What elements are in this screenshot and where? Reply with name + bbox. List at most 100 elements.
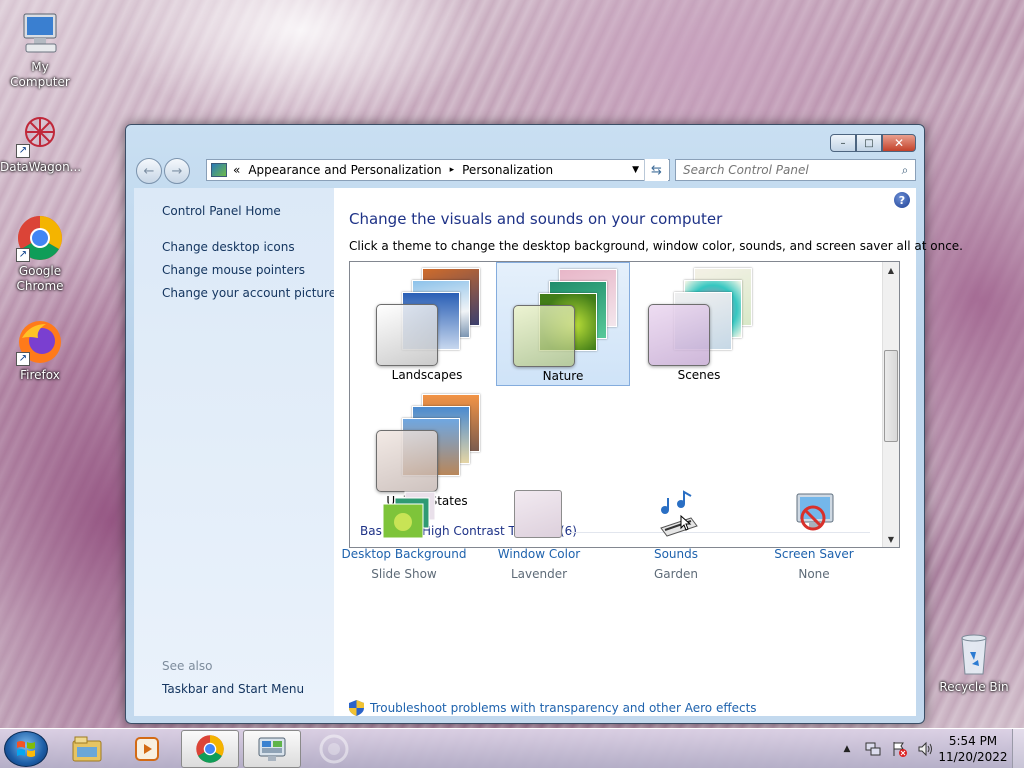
search-icon[interactable]: ⌕ bbox=[895, 163, 915, 178]
disabled-app-taskbar-button[interactable] bbox=[305, 730, 363, 768]
desktop-background-icon bbox=[379, 490, 436, 540]
control-panel-taskbar-button[interactable] bbox=[243, 730, 301, 768]
network-icon[interactable] bbox=[865, 741, 881, 757]
refresh-icon[interactable]: ⇆ bbox=[644, 159, 668, 181]
page-subtitle: Click a theme to change the desktop back… bbox=[349, 239, 963, 253]
troubleshoot-link[interactable]: Troubleshoot problems with transparency … bbox=[349, 700, 757, 716]
shortcut-arrow-icon: ↗ bbox=[16, 352, 30, 366]
breadcrumb-overflow[interactable]: « bbox=[233, 163, 240, 177]
setting-label[interactable]: Desktop Background bbox=[334, 546, 474, 562]
clock-time: 5:54 PM bbox=[948, 734, 998, 748]
theme-name: Nature bbox=[542, 369, 584, 383]
show-desktop-button[interactable] bbox=[1012, 729, 1024, 768]
breadcrumb-arrow-icon[interactable]: ▸ bbox=[450, 165, 455, 175]
setting-value: None bbox=[798, 567, 830, 581]
theme-landscapes[interactable]: Landscapes bbox=[360, 262, 494, 386]
desktop-icon-firefox[interactable]: ↗ Firefox bbox=[0, 318, 80, 383]
windows-logo-icon bbox=[17, 741, 35, 757]
back-button[interactable]: ← bbox=[136, 158, 162, 184]
explorer-taskbar-button[interactable] bbox=[58, 730, 116, 768]
shield-icon bbox=[349, 700, 364, 716]
shortcut-arrow-icon: ↗ bbox=[16, 144, 30, 158]
explorer-icon bbox=[72, 736, 102, 762]
taskbar: ▲ 5:54 PM 11/20/2022 bbox=[0, 728, 1024, 768]
setting-value: Garden bbox=[654, 567, 698, 581]
chrome-taskbar-button[interactable] bbox=[181, 730, 239, 768]
system-tray: ▲ 5:54 PM 11/20/2022 bbox=[834, 729, 1024, 768]
left-task-pane: Control Panel Home Change desktop icons … bbox=[134, 188, 336, 716]
control-panel-home-link[interactable]: Control Panel Home bbox=[162, 204, 281, 218]
desktop-icon-my-computer[interactable]: My Computer bbox=[0, 10, 80, 90]
desktop-background-setting[interactable]: Desktop Background Slide Show bbox=[334, 490, 474, 586]
shortcut-arrow-icon: ↗ bbox=[16, 248, 30, 262]
control-panel-icon bbox=[211, 163, 227, 177]
taskbar-start-menu-link[interactable]: Taskbar and Start Menu bbox=[162, 682, 304, 696]
firefox-icon: ↗ bbox=[16, 318, 64, 366]
page-title: Change the visuals and sounds on your co… bbox=[349, 210, 723, 228]
theme-preview bbox=[513, 269, 623, 367]
help-icon[interactable]: ? bbox=[894, 192, 910, 208]
setting-label[interactable]: Screen Saver bbox=[744, 546, 884, 562]
address-bar[interactable]: « Appearance and Personalization ▸ Perso… bbox=[206, 159, 670, 181]
desktop-icon-recycle-bin[interactable]: Recycle Bin bbox=[934, 630, 1014, 695]
breadcrumb-personalization[interactable]: Personalization bbox=[462, 163, 553, 177]
maximize-button[interactable]: □ bbox=[856, 134, 882, 152]
action-center-icon[interactable] bbox=[891, 741, 907, 757]
desktop-icon-label: Firefox bbox=[20, 368, 60, 382]
setting-value: Lavender bbox=[510, 567, 568, 581]
screen-saver-setting[interactable]: Screen Saver None bbox=[744, 490, 884, 586]
recycle-bin-icon bbox=[950, 630, 998, 678]
computer-icon bbox=[16, 10, 64, 58]
desktop-icon-label: Recycle Bin bbox=[939, 680, 1009, 694]
change-mouse-pointers-link[interactable]: Change mouse pointers bbox=[162, 263, 305, 277]
media-player-taskbar-button[interactable] bbox=[118, 730, 176, 768]
media-player-icon bbox=[135, 737, 159, 761]
change-desktop-icons-link[interactable]: Change desktop icons bbox=[162, 240, 295, 254]
setting-label[interactable]: Sounds bbox=[606, 546, 746, 562]
setting-value: Slide Show bbox=[371, 567, 437, 581]
clock[interactable]: 5:54 PM 11/20/2022 bbox=[938, 733, 1008, 765]
start-button[interactable] bbox=[4, 731, 48, 767]
search-box[interactable]: ⌕ bbox=[675, 159, 916, 181]
personalization-window: – □ ✕ ← → « Appearance and Personalizati… bbox=[125, 124, 963, 724]
theme-name: Scenes bbox=[677, 368, 721, 382]
main-content: ? Change the visuals and sounds on your … bbox=[334, 188, 963, 716]
show-hidden-icons-icon[interactable]: ▲ bbox=[839, 741, 855, 757]
navigation-bar: ← → « Appearance and Personalization ▸ P… bbox=[134, 157, 916, 184]
forward-button[interactable]: → bbox=[164, 158, 190, 184]
control-panel-icon bbox=[258, 737, 286, 761]
datawagon-icon: ↗ bbox=[16, 110, 64, 158]
desktop-icon-datawagon[interactable]: ↗ DataWagon... bbox=[0, 110, 82, 175]
desktop-icon-label: My Computer bbox=[10, 60, 70, 89]
see-also-heading: See also bbox=[162, 659, 213, 673]
desktop-icon-label: Google Chrome bbox=[16, 264, 64, 293]
theme-list-scrollbar[interactable]: ▲ ▼ bbox=[882, 262, 899, 547]
scroll-up-icon[interactable]: ▲ bbox=[883, 262, 899, 278]
window-color-icon bbox=[514, 490, 564, 540]
setting-label[interactable]: Window Color bbox=[469, 546, 609, 562]
scroll-down-icon[interactable]: ▼ bbox=[883, 531, 899, 547]
desktop-icon-google-chrome[interactable]: ↗ Google Chrome bbox=[0, 214, 80, 294]
close-button[interactable]: ✕ bbox=[882, 134, 916, 152]
scroll-thumb[interactable] bbox=[884, 350, 898, 442]
sounds-icon bbox=[651, 490, 701, 540]
window-controls: – □ ✕ bbox=[830, 134, 916, 152]
window-color-setting[interactable]: Window Color Lavender bbox=[469, 490, 609, 586]
breadcrumb-appearance[interactable]: Appearance and Personalization bbox=[248, 163, 441, 177]
chrome-icon: ↗ bbox=[16, 214, 64, 262]
address-dropdown-icon[interactable]: ▼ bbox=[632, 165, 639, 175]
search-input[interactable] bbox=[676, 163, 895, 177]
sounds-setting[interactable]: Sounds Garden bbox=[606, 490, 746, 586]
screen-saver-icon bbox=[789, 490, 839, 540]
theme-preview bbox=[648, 268, 758, 366]
desktop-icon-label: DataWagon... bbox=[0, 160, 82, 174]
theme-nature[interactable]: Nature bbox=[496, 262, 630, 386]
minimize-button[interactable]: – bbox=[830, 134, 856, 152]
change-account-picture-link[interactable]: Change your account picture bbox=[162, 286, 336, 300]
theme-name: Landscapes bbox=[391, 368, 463, 382]
theme-preview bbox=[376, 394, 486, 492]
theme-scenes[interactable]: Scenes bbox=[632, 262, 766, 386]
disabled-app-icon bbox=[319, 734, 349, 764]
troubleshoot-label[interactable]: Troubleshoot problems with transparency … bbox=[370, 701, 757, 715]
volume-icon[interactable] bbox=[917, 741, 933, 757]
